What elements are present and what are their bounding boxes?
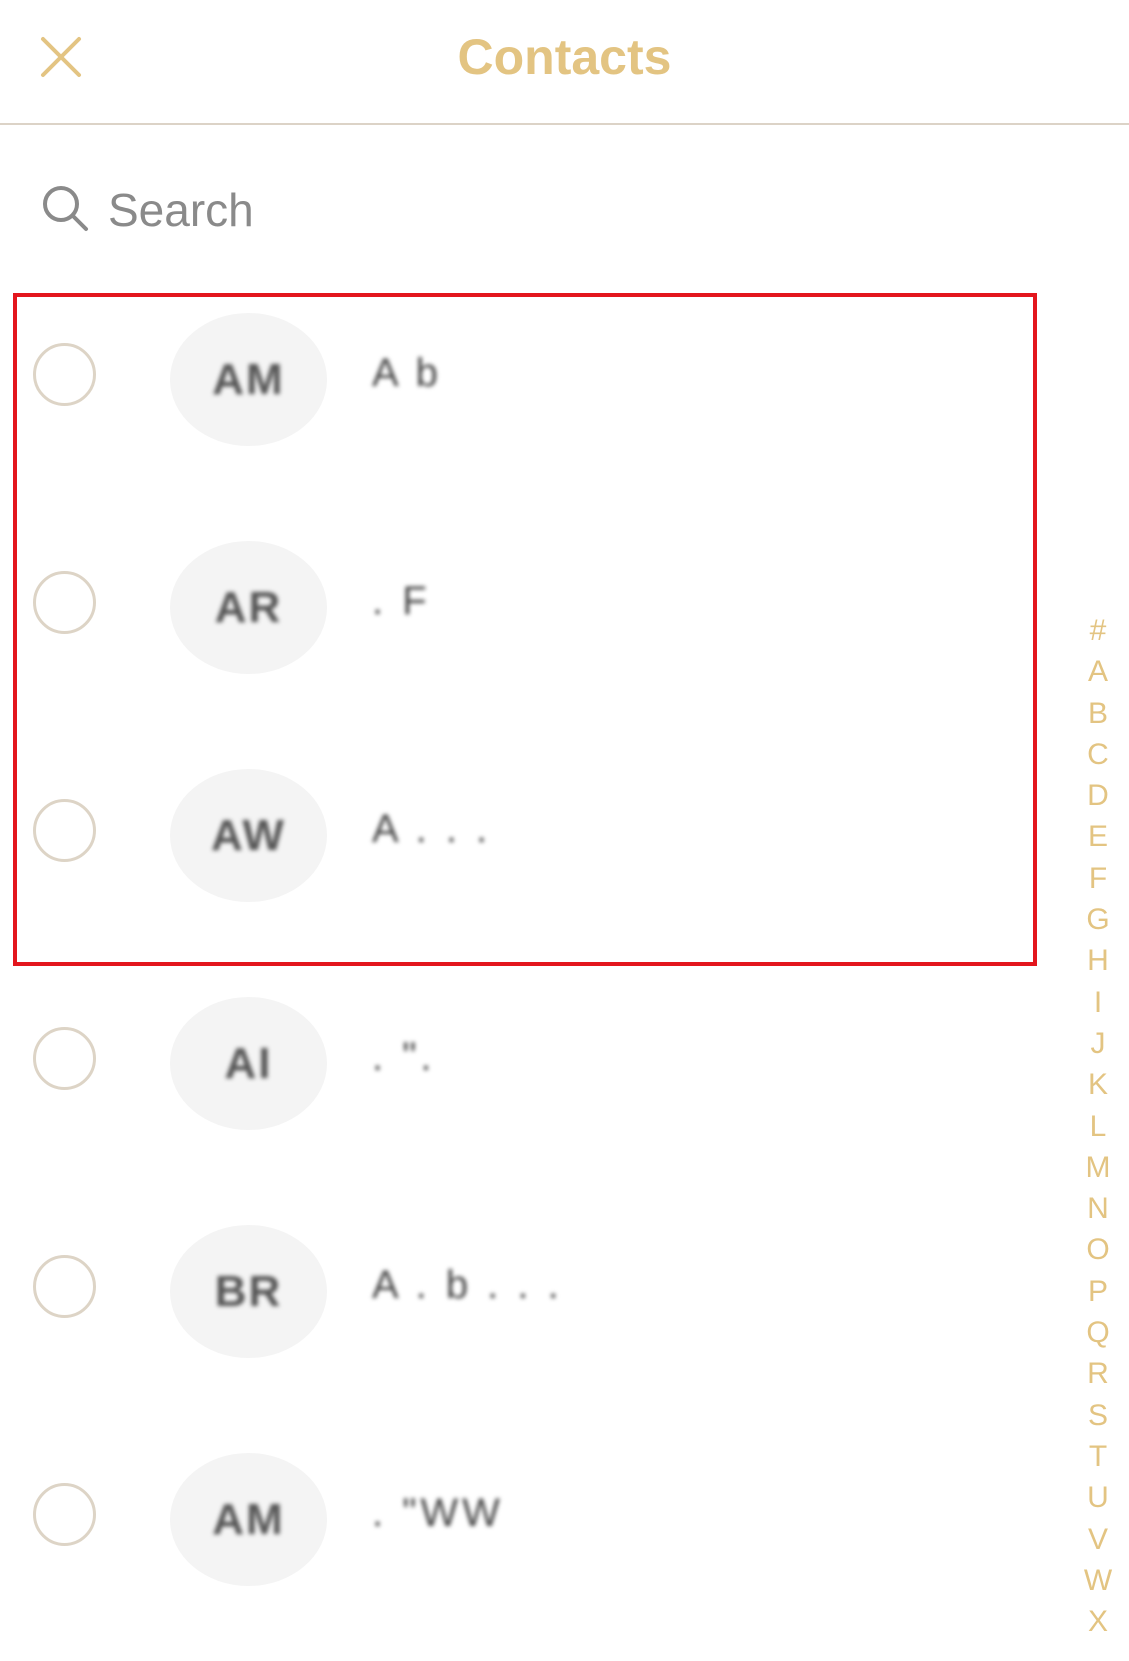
contact-row[interactable]: AW A . . .	[0, 749, 1060, 977]
avatar: AW	[170, 769, 327, 902]
avatar-initials: AM	[212, 1494, 285, 1544]
contact-row[interactable]: AI . ".	[0, 977, 1060, 1205]
contact-row[interactable]: AR . F	[0, 521, 1060, 749]
avatar: AR	[170, 541, 327, 674]
contact-select-radio[interactable]	[33, 1027, 96, 1090]
alphabet-index-letter[interactable]: K	[1080, 1064, 1116, 1105]
search-input[interactable]	[108, 180, 1008, 240]
alphabet-index-letter[interactable]: H	[1080, 940, 1116, 981]
contact-name: A . b . . .	[372, 1263, 563, 1307]
contact-select-radio[interactable]	[33, 343, 96, 406]
contact-row[interactable]: BR A . b . . .	[0, 1205, 1060, 1433]
alphabet-index-letter[interactable]: P	[1080, 1271, 1116, 1312]
alphabet-index-letter[interactable]: #	[1080, 610, 1116, 651]
contact-select-radio[interactable]	[33, 1483, 96, 1546]
search-icon	[43, 186, 88, 231]
contact-row[interactable]: AM . "WW	[0, 1433, 1060, 1661]
avatar: AI	[170, 997, 327, 1130]
avatar-initials: BR	[214, 1266, 283, 1316]
alphabet-index-letter[interactable]: M	[1080, 1147, 1116, 1188]
alphabet-index-letter[interactable]: C	[1080, 734, 1116, 775]
avatar-initials: AW	[211, 810, 286, 860]
alphabet-index-letter[interactable]: J	[1080, 1023, 1116, 1064]
alphabet-index-letter[interactable]: U	[1080, 1477, 1116, 1518]
contact-name: . F	[372, 579, 431, 623]
contact-name: A b	[372, 351, 442, 395]
alphabet-index-letter[interactable]: V	[1080, 1519, 1116, 1560]
page-title: Contacts	[457, 29, 672, 85]
alphabet-index-letter[interactable]: I	[1080, 982, 1116, 1023]
avatar: AM	[170, 1453, 327, 1586]
avatar-initials: AI	[224, 1038, 273, 1088]
alphabet-index-letter[interactable]: N	[1080, 1188, 1116, 1229]
contact-select-radio[interactable]	[33, 799, 96, 862]
contact-select-radio[interactable]	[33, 571, 96, 634]
header: Contacts	[0, 0, 1129, 123]
alphabet-index-letter[interactable]: Q	[1080, 1312, 1116, 1353]
contact-name: . ".	[372, 1035, 436, 1079]
alphabet-index-letter[interactable]: S	[1080, 1395, 1116, 1436]
alphabet-index-letter[interactable]: L	[1080, 1106, 1116, 1147]
alphabet-index-letter[interactable]: F	[1080, 858, 1116, 899]
alphabet-index-letter[interactable]: B	[1080, 693, 1116, 734]
alphabet-index-letter[interactable]: E	[1080, 816, 1116, 857]
avatar-initials: AM	[212, 354, 285, 404]
alphabet-index-letter[interactable]: G	[1080, 899, 1116, 940]
alphabet-index-letter[interactable]: T	[1080, 1436, 1116, 1477]
contact-name: A . . .	[372, 807, 492, 851]
contact-select-radio[interactable]	[33, 1255, 96, 1318]
avatar-initials: AR	[214, 582, 283, 632]
alphabet-index-letter[interactable]: O	[1080, 1229, 1116, 1270]
header-divider	[0, 123, 1129, 125]
alphabet-index-letter[interactable]: R	[1080, 1353, 1116, 1394]
alphabet-index-letter[interactable]: X	[1080, 1601, 1116, 1642]
alphabet-index-letter[interactable]: D	[1080, 775, 1116, 816]
avatar: AM	[170, 313, 327, 446]
contact-name: . "WW	[372, 1491, 504, 1535]
contact-row[interactable]: AM A b	[0, 293, 1060, 521]
search-bar	[40, 180, 1040, 240]
avatar: BR	[170, 1225, 327, 1358]
alphabet-index[interactable]: # A B C D E F G H I J K L M N O P Q R S T U V W X	[1080, 610, 1116, 1642]
alphabet-index-letter[interactable]: A	[1080, 651, 1116, 692]
alphabet-index-letter[interactable]: W	[1080, 1560, 1116, 1601]
